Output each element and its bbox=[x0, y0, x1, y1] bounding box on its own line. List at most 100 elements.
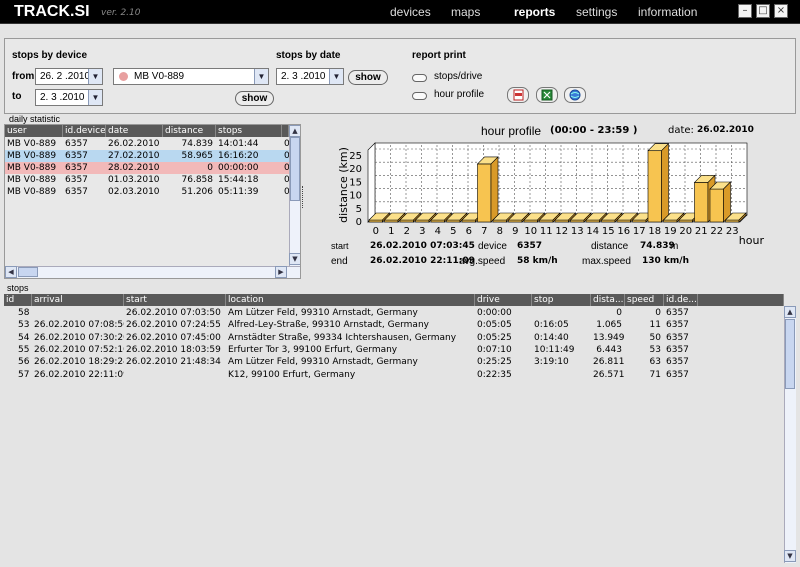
splitter-handle[interactable] bbox=[302, 186, 304, 208]
daily-cell-stops: 15:44:18 bbox=[218, 175, 259, 185]
table-row[interactable]: 54 26.02.2010 07:30:20 26.02.2010 07:45:00… bbox=[4, 332, 698, 344]
table-row[interactable]: 58 26.02.2010 07:03:50 Am Lützer Feld, 993… bbox=[4, 307, 698, 319]
chart-date-value: 26.02.2010 bbox=[697, 125, 754, 135]
daily-col-header[interactable] bbox=[282, 125, 289, 137]
chart-x-tick: 7 bbox=[481, 226, 487, 237]
stops-cell-drive: 0:05:05 bbox=[477, 320, 512, 331]
table-row[interactable]: MB V0-889 6357 01.03.2010 76.858 15:44:18 0 bbox=[5, 174, 289, 186]
stops-cell-distance: 26.571 bbox=[593, 369, 625, 380]
table-row[interactable]: 56 26.02.2010 18:29:24 26.02.2010 21:48:34… bbox=[4, 356, 698, 368]
stops-cell-id: 53 bbox=[18, 320, 30, 331]
device-show-button[interactable]: show bbox=[235, 91, 274, 106]
stops-cell-device: 6357 bbox=[666, 308, 689, 318]
stops-cell-distance: 26.811 bbox=[593, 357, 625, 368]
start-label: start bbox=[331, 241, 349, 251]
stops-col-header[interactable]: speed bbox=[625, 294, 664, 306]
stops-col-header[interactable]: id.de... bbox=[664, 294, 698, 306]
maximize-button[interactable]: □ bbox=[756, 4, 770, 18]
scroll-up-icon[interactable]: ▲ bbox=[289, 125, 300, 137]
chart-x-tick: 17 bbox=[633, 226, 646, 237]
daily-cell-distance: 76.858 bbox=[181, 175, 214, 185]
stops-cell-distance: 1.065 bbox=[596, 320, 622, 331]
table-row[interactable]: 57 26.02.2010 22:11:09 K12, 99100 Erfurt, … bbox=[4, 369, 698, 381]
chart-x-tick: 22 bbox=[710, 226, 723, 237]
daily-col-header[interactable]: id.device bbox=[63, 125, 106, 137]
chart-time-range: (00:00 - 23:59 ) bbox=[550, 125, 638, 136]
daily-col-header[interactable]: user bbox=[5, 125, 63, 137]
daily-col-header[interactable]: distance bbox=[163, 125, 216, 137]
daily-horizontal-scrollbar[interactable]: ◀ ▶ bbox=[5, 266, 300, 278]
scroll-down-icon[interactable]: ▼ bbox=[784, 550, 796, 562]
stops-cell-speed: 0 bbox=[655, 308, 661, 318]
stops-col-header[interactable]: dista... bbox=[591, 294, 625, 306]
table-row[interactable]: MB V0-889 6357 26.02.2010 74.839 14:01:44 0 bbox=[5, 138, 289, 150]
hour-profile-radio[interactable] bbox=[412, 92, 427, 100]
scroll-thumb[interactable] bbox=[18, 267, 38, 277]
scroll-right-icon[interactable]: ▶ bbox=[275, 266, 287, 278]
date-select[interactable]: 2. 3 .2010 ▼ bbox=[276, 68, 344, 85]
stops-col-header[interactable]: drive bbox=[475, 294, 532, 306]
table-row[interactable]: 55 26.02.2010 07:52:10 26.02.2010 18:03:59… bbox=[4, 344, 698, 356]
daily-col-header[interactable]: stops bbox=[216, 125, 282, 137]
daily-cell-device: 6357 bbox=[65, 163, 88, 173]
distance-label: distance bbox=[591, 241, 629, 252]
table-row[interactable]: 53 26.02.2010 07:08:50 26.02.2010 07:24:55… bbox=[4, 319, 698, 331]
stops-cell-location: Erfurter Tor 3, 99100 Erfurt, Germany bbox=[228, 344, 398, 355]
stops-cell-stop bbox=[532, 307, 591, 319]
web-icon bbox=[569, 89, 581, 101]
table-row[interactable]: MB V0-889 6357 28.02.2010 0 00:00:00 0 bbox=[5, 162, 289, 174]
scroll-thumb[interactable] bbox=[785, 319, 795, 389]
chart-side-wall bbox=[367, 142, 376, 223]
daily-vertical-scrollbar[interactable]: ▲ ▼ bbox=[289, 125, 300, 266]
stops-cell-location: Am Lützer Feld, 99310 Arnstadt, Germany bbox=[228, 308, 418, 318]
chevron-down-icon[interactable]: ▼ bbox=[88, 69, 102, 84]
chart-bar-side bbox=[661, 142, 669, 223]
web-export-button[interactable] bbox=[564, 87, 586, 103]
daily-cell-user: MB V0-889 bbox=[7, 187, 57, 197]
scroll-thumb[interactable] bbox=[290, 137, 300, 201]
nav-devices[interactable]: devices bbox=[390, 5, 431, 19]
stops-col-header[interactable]: stop bbox=[532, 294, 591, 306]
close-button[interactable]: × bbox=[774, 4, 788, 18]
stops-col-header[interactable]: id bbox=[4, 294, 32, 306]
scroll-down-icon[interactable]: ▼ bbox=[289, 253, 300, 265]
chart-x-tick: 14 bbox=[586, 226, 599, 237]
stops-cell-device: 6357 bbox=[666, 320, 689, 331]
stops-cell-start: 26.02.2010 07:03:50 bbox=[126, 308, 221, 318]
scroll-up-icon[interactable]: ▲ bbox=[784, 306, 796, 318]
stops-col-header[interactable]: arrival bbox=[32, 294, 124, 306]
daily-col-header[interactable]: date bbox=[106, 125, 163, 137]
nav-maps[interactable]: maps bbox=[451, 5, 480, 19]
stops-col-header[interactable]: start bbox=[124, 294, 226, 306]
excel-export-button[interactable] bbox=[536, 87, 558, 103]
chevron-down-icon[interactable]: ▼ bbox=[254, 69, 268, 84]
stops-cell-arrival: 26.02.2010 07:08:50 bbox=[34, 320, 124, 331]
chevron-down-icon[interactable]: ▼ bbox=[88, 90, 102, 105]
stops-col-header[interactable]: location bbox=[226, 294, 475, 306]
scroll-left-icon[interactable]: ◀ bbox=[5, 266, 17, 278]
chart-x-tick: 0 bbox=[373, 226, 379, 237]
avg-speed-label: avg.speed bbox=[459, 256, 506, 267]
to-date-select[interactable]: 2. 3 .2010 ▼ bbox=[35, 89, 103, 106]
nav-information[interactable]: information bbox=[638, 5, 697, 19]
table-row[interactable]: MB V0-889 6357 27.02.2010 58.965 16:16:20 0 bbox=[5, 150, 289, 162]
stops-cell-speed: 63 bbox=[649, 357, 661, 368]
device-select[interactable]: MB V0-889 ▼ bbox=[113, 68, 269, 85]
stops-drive-radio[interactable] bbox=[412, 74, 427, 82]
stops-cell-start: 26.02.2010 18:03:59 bbox=[126, 344, 221, 355]
minimize-button[interactable]: – bbox=[738, 4, 752, 18]
app-version: ver. 2.10 bbox=[101, 8, 141, 18]
nav-settings[interactable]: settings bbox=[576, 5, 617, 19]
avg-speed-value: 58 km/h bbox=[517, 256, 558, 266]
chart-x-tick: 16 bbox=[617, 226, 630, 237]
table-row[interactable]: MB V0-889 6357 02.03.2010 51.206 05:11:39 0 bbox=[5, 186, 289, 198]
device-label: device bbox=[478, 241, 507, 252]
nav-reports[interactable]: reports bbox=[514, 5, 555, 19]
stops-vertical-scrollbar[interactable]: ▲ ▼ bbox=[784, 306, 796, 563]
chevron-down-icon[interactable]: ▼ bbox=[329, 69, 343, 84]
pdf-export-button[interactable] bbox=[507, 87, 529, 103]
chart-x-tick: 12 bbox=[555, 226, 568, 237]
date-show-button[interactable]: show bbox=[348, 70, 388, 85]
from-date-select[interactable]: 26. 2 .2010 ▼ bbox=[35, 68, 103, 85]
daily-statistic-grid: user id.device date distance stops MB V0-889… bbox=[4, 124, 301, 279]
